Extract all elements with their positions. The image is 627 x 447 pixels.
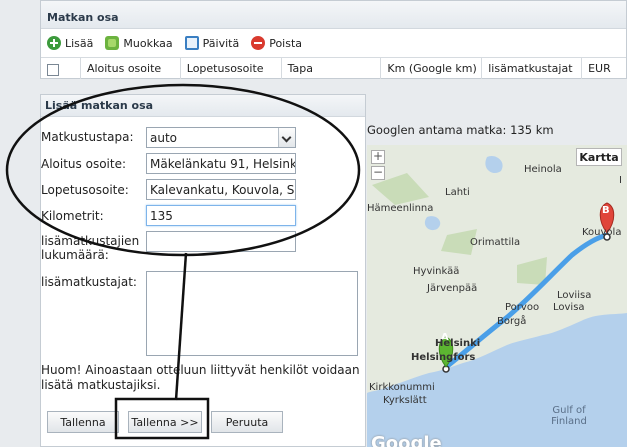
extra-count-label: lisämatkustajien lukumäärä: xyxy=(41,234,140,262)
km-label: Kilometrit: xyxy=(41,209,104,223)
place-label: Borgå xyxy=(497,316,527,327)
add-segment-form: Lisää matkan osa Matkustustapa: auto Alo… xyxy=(40,94,366,447)
column-header[interactable]: EUR xyxy=(582,58,626,79)
place-label: Lovisa xyxy=(553,302,585,313)
place-label: Heinola xyxy=(524,164,562,175)
save-next-button[interactable]: Tallenna >> xyxy=(128,411,202,433)
extras-label: lisämatkustajat: xyxy=(41,275,137,289)
form-title: Lisää matkan osa xyxy=(41,95,365,117)
chevron-down-icon[interactable] xyxy=(278,128,295,147)
column-header[interactable]: Lopetusosoite xyxy=(181,58,282,79)
place-label: Hämeenlinna xyxy=(367,203,434,214)
delete-label: Poista xyxy=(269,36,303,50)
refresh-button[interactable]: Päivitä xyxy=(184,36,240,50)
trip-segments-panel: Matkan osa Lisää Muokkaa Päivitä Poista … xyxy=(40,0,627,79)
refresh-label: Päivitä xyxy=(202,36,240,50)
save-button[interactable]: Tallenna xyxy=(47,411,119,433)
edit-label: Muokkaa xyxy=(123,36,173,50)
map-caption: Googlen antama matka: 135 km xyxy=(367,123,554,137)
add-label: Lisää xyxy=(65,36,94,50)
place-label: Helsingfors xyxy=(411,352,476,363)
place-label: Lahti xyxy=(445,187,470,198)
table-header: Aloitus osoite Lopetusosoite Tapa Km (Go… xyxy=(41,58,626,79)
extras-textarea[interactable] xyxy=(146,271,358,356)
place-label: Kirkkonummi xyxy=(369,382,435,393)
column-header[interactable]: Tapa xyxy=(282,58,382,79)
place-label: Loviisa xyxy=(557,290,592,301)
start-address-input[interactable]: Mäkelänkatu 91, Helsinki, S xyxy=(146,153,296,174)
add-button[interactable]: Lisää xyxy=(47,36,93,50)
cancel-button[interactable]: Peruuta xyxy=(211,411,283,433)
mode-label: Matkustustapa: xyxy=(41,130,134,144)
panel-title: Matkan osa xyxy=(41,1,626,29)
end-address-input[interactable]: Kalevankatu, Kouvola, Suc xyxy=(146,179,296,200)
column-header[interactable]: Km (Google km) xyxy=(381,58,483,79)
mode-select[interactable]: auto xyxy=(146,127,296,148)
marker-b-label: B xyxy=(602,205,610,216)
km-input[interactable]: 135 xyxy=(146,205,296,226)
start-label: Aloitus osoite: xyxy=(41,157,126,171)
edit-button[interactable]: Muokkaa xyxy=(105,36,173,50)
place-label: Porvoo xyxy=(505,302,540,313)
refresh-icon xyxy=(184,36,199,50)
place-label: Kyrkslätt xyxy=(383,395,427,406)
column-header[interactable]: Aloitus osoite xyxy=(81,58,181,79)
column-header[interactable]: lisämatkustajat xyxy=(482,58,583,79)
place-label: Hyvinkää xyxy=(413,266,460,277)
place-label: Kouvola xyxy=(582,227,622,238)
toolbar: Lisää Muokkaa Päivitä Poista xyxy=(41,29,626,58)
delete-button[interactable]: Poista xyxy=(251,36,302,50)
end-label: Lopetusosoite: xyxy=(41,183,129,197)
mode-value: auto xyxy=(150,131,178,145)
delete-icon xyxy=(251,36,266,50)
route-map[interactable]: A B Heinola Lahti Hämeenlinna Kouvola Or… xyxy=(367,145,627,447)
place-label: Helsinki xyxy=(435,338,481,349)
note-text: Huom! Ainoastaan otteluun liittyvät henk… xyxy=(41,363,360,392)
google-logo: Google xyxy=(371,433,442,447)
place-label: I xyxy=(619,175,622,186)
select-all-cell xyxy=(41,58,81,79)
map-type-button[interactable]: Kartta xyxy=(576,148,622,166)
add-icon xyxy=(47,36,61,50)
sea-label: Gulf of Finland xyxy=(551,405,587,427)
place-label: Orimattila xyxy=(470,237,521,248)
zoom-out-button[interactable]: − xyxy=(371,166,385,180)
place-label: Järvenpää xyxy=(427,283,478,294)
extra-count-input[interactable] xyxy=(146,231,296,252)
puzzle-icon xyxy=(105,36,120,50)
zoom-in-button[interactable]: + xyxy=(371,150,385,164)
select-all-checkbox[interactable] xyxy=(47,64,59,76)
